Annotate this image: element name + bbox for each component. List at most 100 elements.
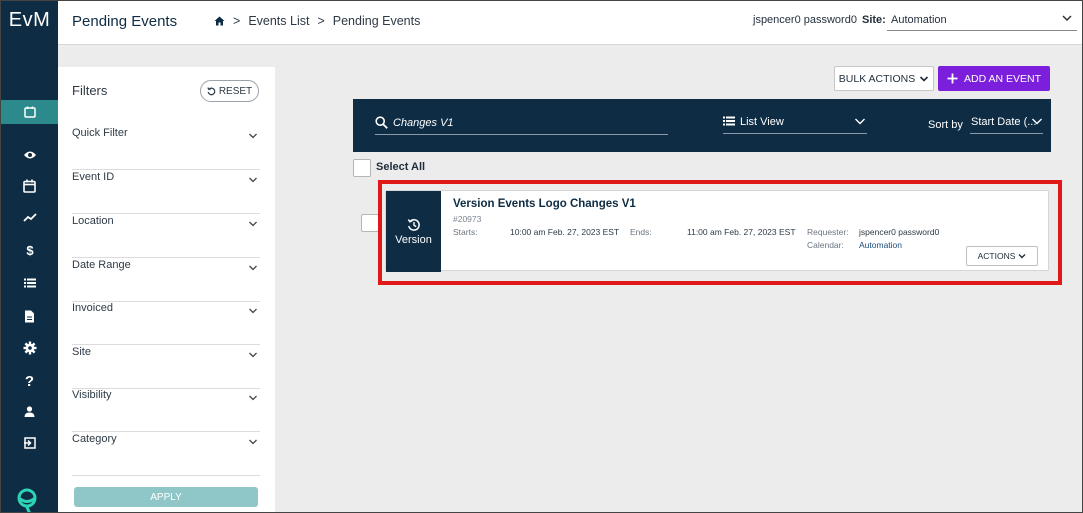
sidebar-item-help[interactable]: ? bbox=[1, 368, 58, 392]
filter-event-id[interactable]: Event ID bbox=[72, 171, 260, 214]
sidebar-item-events[interactable] bbox=[1, 174, 58, 198]
site-select-value: Automation bbox=[891, 14, 947, 26]
sidebar-item-logout[interactable] bbox=[1, 431, 58, 455]
breadcrumb-pending-events: Pending Events bbox=[332, 14, 421, 28]
chevron-down-icon bbox=[1032, 118, 1042, 125]
chevron-down-icon bbox=[1018, 254, 1026, 259]
sidebar-item-documents[interactable] bbox=[1, 304, 58, 328]
page-title: Pending Events bbox=[72, 13, 178, 30]
user-name[interactable]: jspencer0 password0 bbox=[753, 14, 857, 26]
bulk-actions-button[interactable]: BULK ACTIONS bbox=[834, 66, 934, 91]
select-all-label: Select All bbox=[376, 161, 426, 173]
event-card[interactable]: Version Version Events Logo Changes V1 #… bbox=[385, 190, 1049, 272]
site-select[interactable]: Automation bbox=[887, 9, 1077, 31]
filter-label: Location bbox=[72, 215, 114, 227]
breadcrumb-separator: > bbox=[233, 14, 241, 28]
filter-label: Category bbox=[72, 433, 117, 445]
sidebar-item-list[interactable] bbox=[1, 271, 58, 295]
search-icon bbox=[375, 116, 388, 129]
sidebar-item-billing[interactable]: $ bbox=[1, 238, 58, 262]
app-logo[interactable]: EvM bbox=[1, 1, 58, 41]
filter-label: Event ID bbox=[72, 171, 115, 183]
svg-text:?: ? bbox=[25, 373, 34, 388]
calendar-icon bbox=[23, 179, 36, 193]
home-icon[interactable] bbox=[214, 16, 225, 26]
history-icon bbox=[407, 218, 420, 231]
event-type-label: Version bbox=[395, 233, 432, 246]
filter-visibility[interactable]: Visibility bbox=[72, 389, 260, 432]
search-value: Changes V1 bbox=[393, 117, 454, 129]
ends-label: Ends: bbox=[630, 227, 652, 237]
app-window: EvM $ ? Pending Events > Events List > P… bbox=[0, 0, 1083, 513]
calendar-icon bbox=[23, 106, 36, 118]
filter-quick-filter[interactable]: Quick Filter bbox=[72, 127, 260, 170]
filter-label: Invoiced bbox=[72, 302, 113, 314]
gear-icon bbox=[23, 341, 36, 355]
view-select[interactable]: List View bbox=[723, 113, 867, 134]
question-icon: ? bbox=[25, 373, 34, 388]
sidebar-rail: EvM $ ? bbox=[1, 1, 58, 512]
list-icon bbox=[723, 116, 735, 126]
sort-by-label: Sort by bbox=[928, 119, 963, 131]
chevron-down-icon bbox=[249, 133, 257, 139]
calendar-label: Calendar: bbox=[807, 240, 844, 250]
starts-value: 10:00 am Feb. 27, 2023 EST bbox=[510, 227, 620, 237]
filter-label: Date Range bbox=[72, 259, 131, 271]
filter-location[interactable]: Location bbox=[72, 215, 260, 258]
sidebar-item-views[interactable] bbox=[1, 143, 58, 167]
search-toolbar: Changes V1 List View Sort by Start Date … bbox=[353, 99, 1051, 152]
user-icon bbox=[24, 405, 35, 417]
site-label: Site: bbox=[862, 14, 886, 26]
apply-button[interactable]: APPLY bbox=[74, 487, 258, 507]
event-row-checkbox[interactable] bbox=[361, 214, 379, 232]
ends-value: 11:00 am Feb. 27, 2023 EST bbox=[687, 227, 796, 237]
logout-icon bbox=[23, 437, 36, 449]
chevron-down-icon bbox=[920, 75, 929, 82]
breadcrumb-separator: > bbox=[317, 14, 325, 28]
document-icon bbox=[25, 310, 34, 322]
trend-icon bbox=[22, 213, 37, 222]
requester-label: Requester: bbox=[807, 227, 849, 237]
starts-label: Starts: bbox=[453, 227, 478, 237]
brand-mark-icon bbox=[13, 485, 45, 512]
filters-title: Filters bbox=[72, 83, 108, 98]
view-select-value: List View bbox=[740, 116, 784, 128]
filter-label: Quick Filter bbox=[72, 127, 128, 139]
chevron-down-icon bbox=[249, 308, 257, 314]
dollar-icon: $ bbox=[26, 243, 34, 257]
filter-date-range[interactable]: Date Range bbox=[72, 259, 260, 302]
chevron-down-icon bbox=[249, 177, 257, 183]
event-id: #20973 bbox=[453, 214, 482, 224]
chevron-down-icon bbox=[855, 118, 865, 125]
sidebar-item-profile[interactable] bbox=[1, 399, 58, 423]
reset-icon bbox=[207, 86, 216, 95]
sidebar-item-reports[interactable] bbox=[1, 206, 58, 230]
breadcrumb: > Events List > Pending Events bbox=[214, 14, 420, 28]
add-event-button[interactable]: ADD AN EVENT bbox=[938, 66, 1050, 91]
search-input[interactable]: Changes V1 bbox=[375, 114, 668, 135]
breadcrumb-events-list[interactable]: Events List bbox=[248, 14, 309, 28]
event-title[interactable]: Version Events Logo Changes V1 bbox=[453, 198, 636, 210]
sort-select[interactable]: Start Date (... bbox=[970, 113, 1043, 134]
event-actions-button[interactable]: ACTIONS bbox=[966, 246, 1038, 266]
filter-site[interactable]: Site bbox=[72, 346, 260, 389]
event-actions-label: ACTIONS bbox=[977, 251, 1016, 261]
list-icon bbox=[23, 278, 36, 288]
sidebar-item-calendar[interactable] bbox=[1, 100, 58, 124]
sidebar-item-settings[interactable] bbox=[1, 336, 58, 360]
filter-invoiced[interactable]: Invoiced bbox=[72, 302, 260, 345]
chevron-down-icon bbox=[249, 439, 257, 445]
reset-label: RESET bbox=[218, 85, 253, 97]
svg-text:$: $ bbox=[26, 243, 34, 257]
event-type-badge: Version bbox=[386, 191, 441, 272]
top-bar: Pending Events > Events List > Pending E… bbox=[58, 1, 1082, 45]
reset-button[interactable]: RESET bbox=[200, 80, 259, 102]
chevron-down-icon bbox=[249, 221, 257, 227]
select-all-checkbox[interactable] bbox=[353, 159, 371, 177]
filter-category[interactable]: Category bbox=[72, 433, 260, 476]
chevron-down-icon bbox=[249, 265, 257, 271]
filter-label: Visibility bbox=[72, 389, 112, 401]
chevron-down-icon bbox=[1062, 15, 1072, 22]
calendar-value[interactable]: Automation bbox=[859, 240, 902, 250]
plus-icon bbox=[947, 73, 958, 84]
